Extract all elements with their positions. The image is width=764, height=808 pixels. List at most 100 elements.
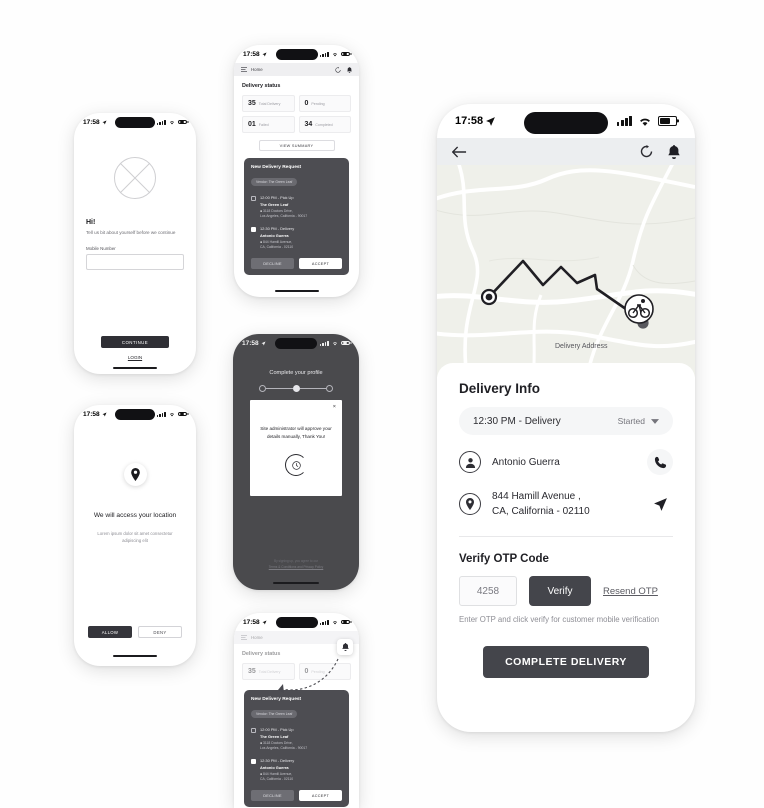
status-bar: 17:58 [234,45,359,63]
navigation-arrow-icon [653,497,667,511]
phone-delivery-status: 17:58 Home Delivery status 35 Total Deli… [234,45,359,297]
delivery-address: 844 Hamill Avenue , CA, California - 021… [481,489,647,519]
phone-profile-approval: 17:58 Complete your profile × Site admin… [233,334,359,590]
courier-bicycle-marker[interactable] [623,293,655,325]
dynamic-island [115,117,155,128]
status-dropdown[interactable]: Started [618,416,659,426]
call-button[interactable] [647,449,673,475]
status-bar-time-group: 17:58 [455,115,496,127]
pickup-checkbox[interactable] [251,196,256,201]
complete-delivery-button[interactable]: COMPLETE DELIVERY [483,646,649,678]
hamburger-menu-icon[interactable] [241,67,247,72]
app-bar-left: Home [241,67,263,72]
notification-bell-callout[interactable] [337,639,353,655]
delivery-checkbox[interactable] [251,227,256,233]
onboarding-body: Hi! Tell us bit about yourself before we… [74,131,196,272]
customer-name: Antonio Guerra [492,456,560,468]
delivery-address-line2: CA, California - 02110 [260,777,294,782]
view-summary-button[interactable]: VIEW SUMMARY [258,140,335,151]
allow-button[interactable]: ALLOW [88,626,132,638]
close-icon[interactable]: × [333,404,336,410]
delivery-time: 12:30 PM - Delivery [260,226,295,232]
map-pin-icon [130,468,140,481]
step-dot-1[interactable] [259,385,266,392]
accept-button[interactable]: ACCEPT [299,258,342,270]
status-bar: 17:58 [234,613,359,631]
map-pin-glyph-icon [466,498,474,510]
step-connector [266,388,293,389]
map-marker-label: Delivery Address [555,343,608,350]
status-bar-icons [319,340,350,346]
status-bar-time-group: 17:58 [243,51,267,58]
notification-bell-icon[interactable] [668,144,680,159]
request-title: New Delivery Request [251,165,302,170]
clock-icon [291,460,301,470]
login-link[interactable]: LOGIN [74,355,196,360]
onboarding-footer: CONTINUE LOGIN [74,336,196,360]
mockup-canvas: 17:58 Hi! Tell us bit about yourself bef… [0,0,764,808]
pickup-address-line1: 3118 Doctors Drive, [263,741,293,745]
pickup-address: ● 3118 Doctors Drive, Los Angeles, Calif… [260,209,307,219]
delivery-name: Antonio Guerra [260,233,289,239]
delivery-address: ● 844 Hamill Avenue, CA, California - 02… [260,240,294,250]
verify-button[interactable]: Verify [529,576,591,606]
notification-bell-icon[interactable] [341,643,349,651]
cellular-signal-icon [319,51,329,57]
route-map[interactable]: Delivery Address [437,165,695,377]
delivery-name: Antonio Guerra [260,765,289,771]
step-dot-2[interactable] [292,385,300,392]
location-arrow-icon [262,620,267,624]
delivery-address: ● 844 Hamill Avenue, CA, California - 02… [260,772,294,782]
delivery-info-sheet: Delivery Info 12:30 PM - Delivery Starte… [437,363,695,678]
deny-button[interactable]: DENY [138,626,182,638]
dynamic-island [275,617,318,628]
cellular-signal-icon [319,619,329,625]
stat-value: 35 [248,100,256,107]
legal-line-2[interactable]: Terms & Conditions and Privacy Policy [269,565,324,569]
notification-bell-icon[interactable] [347,66,352,73]
person-icon [459,451,481,473]
back-arrow-icon[interactable] [452,145,467,158]
brand-logo-icon [114,157,156,199]
accept-button[interactable]: ACCEPT [299,790,342,802]
delivery-time: 12:30 PM - Delivery [260,758,295,764]
pickup-time: 12:00 PM - Pick Up [260,727,294,732]
delivery-status-heading: Delivery status [242,83,281,89]
stat-value: 34 [304,121,313,128]
pickup-address-line1: 3118 Doctors Drive, [263,209,293,213]
location-arrow-icon [261,341,266,345]
otp-input[interactable] [459,576,517,606]
otp-hint: Enter OTP and click verify for customer … [459,615,660,624]
battery-icon [178,119,187,125]
cellular-signal-icon [319,340,329,346]
home-indicator [274,290,319,292]
delivery-checkbox[interactable] [251,759,256,765]
refresh-icon[interactable] [640,145,653,158]
mobile-number-input[interactable] [86,254,184,271]
pickup-checkbox[interactable] [251,728,256,733]
status-time: 17:58 [83,410,100,418]
location-title: We will access your location [93,512,177,519]
home-indicator [113,655,157,657]
stat-value: 01 [248,121,256,128]
step-connector [299,388,326,389]
vendor-chip: Vendor: The Green Leaf [251,178,298,186]
location-arrow-icon [102,120,107,124]
resend-otp-link[interactable]: Resend OTP [603,586,658,597]
step-dot-3[interactable] [326,385,333,392]
wifi-icon [169,412,175,416]
wifi-icon [332,620,338,624]
continue-button[interactable]: CONTINUE [101,336,169,348]
app-bar [437,138,695,165]
pickup-details: 12:00 PM - Pick Up The Green Leaf ● 3118… [260,195,307,219]
schedule-status-row[interactable]: 12:30 PM - Delivery Started [459,407,673,435]
otp-heading: Verify OTP Code [459,553,549,565]
dynamic-island [275,338,317,349]
refresh-icon[interactable] [335,66,341,73]
decline-button[interactable]: DECLINE [251,790,294,802]
decline-button[interactable]: DECLINE [251,258,294,270]
navigate-button[interactable] [647,491,673,517]
battery-icon [178,411,187,417]
legal-line-1: By signing up, you agree to our [273,559,319,564]
phone-delivery-status-partial: 17:58 Home Delivery status 35 Total Deli… [234,613,359,808]
